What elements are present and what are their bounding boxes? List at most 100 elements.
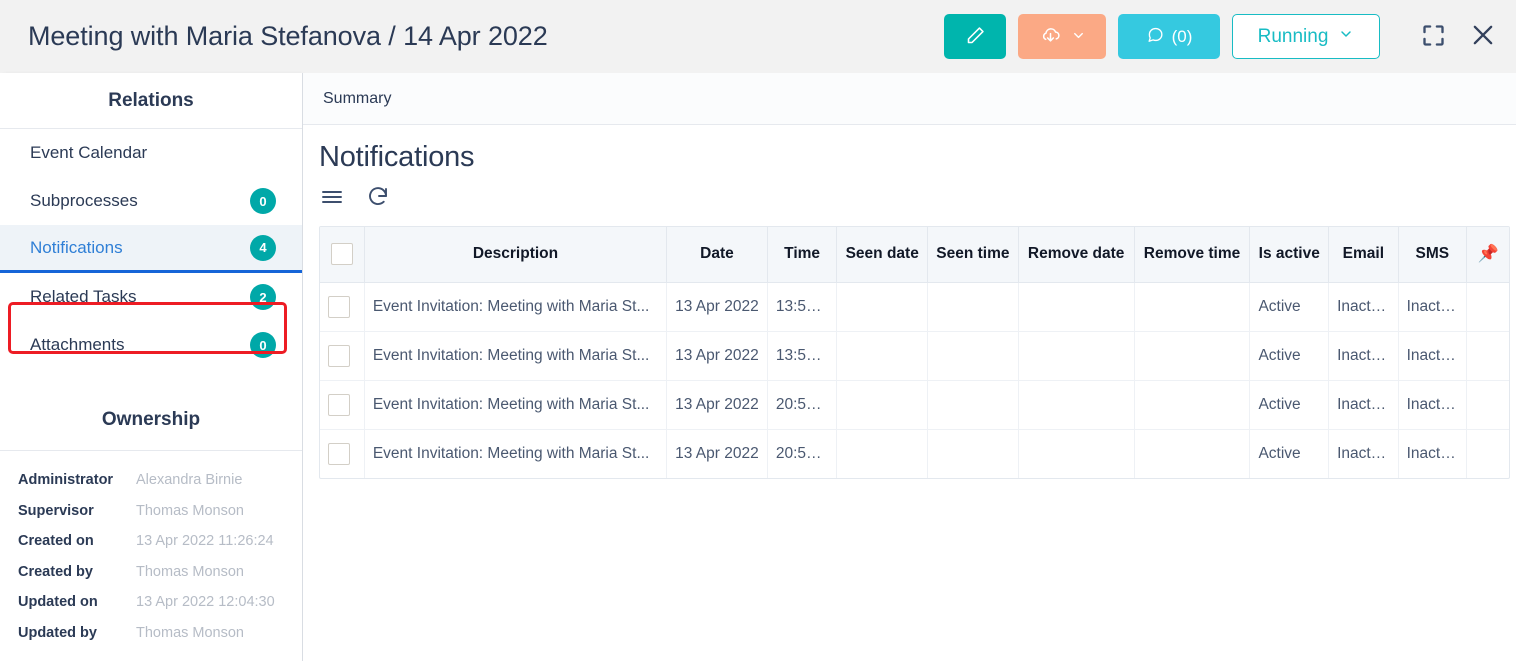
cell-description: Event Invitation: Meeting with Maria St.…	[364, 282, 666, 331]
ownership-row: Supervisor Thomas Monson	[0, 496, 302, 527]
pin-icon: 📌	[1477, 245, 1498, 262]
ownership-key: Supervisor	[18, 503, 136, 519]
window-header: Meeting with Maria Stefanova / 14 Apr 20…	[0, 0, 1516, 73]
status-dropdown-button[interactable]: Running	[1232, 14, 1380, 59]
column-header-sms[interactable]: SMS	[1398, 227, 1467, 282]
sidebar-item-subprocesses[interactable]: Subprocesses 0	[0, 177, 302, 225]
row-checkbox[interactable]	[328, 394, 350, 416]
cell-remove-date	[1018, 331, 1134, 380]
column-header-date[interactable]: Date	[667, 227, 768, 282]
edit-button[interactable]	[944, 14, 1006, 59]
cell-date: 13 Apr 2022	[667, 282, 768, 331]
cell-remove-time	[1134, 380, 1250, 429]
download-button[interactable]	[1018, 14, 1106, 59]
ownership-value: 13 Apr 2022 12:04:30	[136, 594, 275, 610]
table-row[interactable]: Event Invitation: Meeting with Maria St.…	[320, 331, 1509, 380]
column-header-email[interactable]: Email	[1329, 227, 1399, 282]
close-icon	[1469, 21, 1497, 52]
hamburger-menu-icon[interactable]	[319, 184, 345, 210]
sidebar-item-label: Attachments	[30, 335, 250, 355]
ownership-row: Created on 13 Apr 2022 11:26:24	[0, 526, 302, 557]
row-select-cell	[320, 429, 364, 478]
cell-seen-date	[837, 380, 928, 429]
row-select-cell	[320, 380, 364, 429]
sidebar-item-attachments[interactable]: Attachments 0	[0, 321, 302, 369]
row-checkbox[interactable]	[328, 296, 350, 318]
fullscreen-icon	[1420, 22, 1447, 52]
sidebar-section-relations-title: Relations	[0, 73, 302, 129]
column-header-seen-date[interactable]: Seen date	[837, 227, 928, 282]
table-header: Description Date Time Seen date Seen tim…	[320, 227, 1509, 282]
sidebar-item-badge: 2	[250, 284, 276, 310]
ownership-details: Administrator Alexandra Birnie Superviso…	[0, 451, 302, 648]
sidebar-item-related-tasks[interactable]: Related Tasks 2	[0, 273, 302, 321]
sidebar-item-label: Event Calendar	[30, 143, 276, 163]
cell-sms: Inactive	[1398, 282, 1467, 331]
ownership-value: Thomas Monson	[136, 503, 244, 519]
table-header-row: Description Date Time Seen date Seen tim…	[320, 227, 1509, 282]
row-checkbox[interactable]	[328, 443, 350, 465]
status-label: Running	[1258, 26, 1329, 48]
cell-seen-time	[928, 282, 1019, 331]
close-button[interactable]	[1464, 14, 1502, 59]
table-toolbar	[303, 174, 1516, 222]
notifications-table-container: Description Date Time Seen date Seen tim…	[319, 226, 1510, 479]
cell-seen-time	[928, 380, 1019, 429]
column-header-description[interactable]: Description	[364, 227, 666, 282]
ownership-key: Created on	[18, 533, 136, 549]
comment-count: (0)	[1172, 27, 1193, 46]
cell-description: Event Invitation: Meeting with Maria St.…	[364, 429, 666, 478]
cell-pin	[1467, 380, 1509, 429]
cell-time: 20:53:16	[767, 380, 837, 429]
ownership-value: Thomas Monson	[136, 625, 244, 641]
cell-seen-time	[928, 331, 1019, 380]
header-actions: (0) Running	[944, 14, 1502, 59]
sidebar: Relations Event Calendar Subprocesses 0 …	[0, 73, 303, 661]
row-checkbox[interactable]	[328, 345, 350, 367]
cell-pin	[1467, 331, 1509, 380]
cell-time: 13:53:13	[767, 282, 837, 331]
ownership-key: Administrator	[18, 472, 136, 488]
sidebar-item-badge: 0	[250, 188, 276, 214]
cell-date: 13 Apr 2022	[667, 380, 768, 429]
refresh-icon[interactable]	[365, 184, 391, 210]
column-header-seen-time[interactable]: Seen time	[928, 227, 1019, 282]
column-header-time[interactable]: Time	[767, 227, 837, 282]
column-header-remove-date[interactable]: Remove date	[1018, 227, 1134, 282]
cell-sms: Inactive	[1398, 380, 1467, 429]
cell-email: Inactive	[1329, 429, 1399, 478]
column-header-remove-time[interactable]: Remove time	[1134, 227, 1250, 282]
ownership-value: Alexandra Birnie	[136, 472, 242, 488]
pin-column-header[interactable]: 📌	[1467, 227, 1509, 282]
tab-bar: Summary	[303, 73, 1516, 125]
cell-pin	[1467, 429, 1509, 478]
ownership-key: Updated on	[18, 594, 136, 610]
cell-is-active: Active	[1250, 282, 1329, 331]
tab-summary[interactable]: Summary	[319, 90, 395, 108]
fullscreen-button[interactable]	[1414, 14, 1452, 59]
cell-time: 20:53:16	[767, 429, 837, 478]
cell-email: Inactive	[1329, 331, 1399, 380]
cell-seen-time	[928, 429, 1019, 478]
comments-button[interactable]: (0)	[1118, 14, 1220, 59]
table-row[interactable]: Event Invitation: Meeting with Maria St.…	[320, 429, 1509, 478]
table-body: Event Invitation: Meeting with Maria St.…	[320, 282, 1509, 478]
comment-count-label: (0)	[1172, 27, 1193, 47]
select-all-header-cell	[320, 227, 364, 282]
column-header-is-active[interactable]: Is active	[1250, 227, 1329, 282]
cell-sms: Inactive	[1398, 331, 1467, 380]
section-heading: Notifications	[303, 125, 1516, 174]
select-all-checkbox[interactable]	[331, 243, 353, 265]
ownership-row: Created by Thomas Monson	[0, 557, 302, 588]
ownership-key: Created by	[18, 564, 136, 580]
sidebar-item-label: Notifications	[30, 238, 250, 258]
table-row[interactable]: Event Invitation: Meeting with Maria St.…	[320, 380, 1509, 429]
cell-is-active: Active	[1250, 331, 1329, 380]
row-select-cell	[320, 282, 364, 331]
table-row[interactable]: Event Invitation: Meeting with Maria St.…	[320, 282, 1509, 331]
sidebar-item-notifications[interactable]: Notifications 4	[0, 225, 302, 273]
cell-is-active: Active	[1250, 380, 1329, 429]
cell-email: Inactive	[1329, 282, 1399, 331]
sidebar-item-event-calendar[interactable]: Event Calendar	[0, 129, 302, 177]
row-select-cell	[320, 331, 364, 380]
